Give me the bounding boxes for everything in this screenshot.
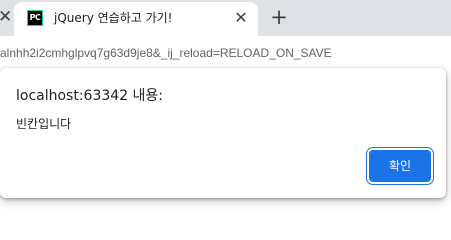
tab-jquery-practice[interactable]: PC jQuery 연습하고 가기! ✕ xyxy=(14,2,258,36)
plus-icon[interactable]: + xyxy=(268,5,290,29)
tab-strip: ✕ PC jQuery 연습하고 가기! ✕ + xyxy=(0,0,451,36)
alert-dialog: localhost:63342 내용: 빈칸입니다 확인 xyxy=(0,68,446,198)
close-icon[interactable]: ✕ xyxy=(232,8,250,28)
dialog-title: localhost:63342 내용: xyxy=(16,88,164,104)
address-bar[interactable]: alnhh2i2cmhglpvq7g63d9je8&_ij_reload=REL… xyxy=(0,36,451,70)
dialog-message: 빈칸입니다 xyxy=(16,117,72,131)
url-text[interactable]: alnhh2i2cmhglpvq7g63d9je8&_ij_reload=REL… xyxy=(0,45,332,61)
pycharm-icon: PC xyxy=(27,10,43,26)
ok-button[interactable]: 확인 xyxy=(369,150,431,182)
close-icon[interactable]: ✕ xyxy=(0,6,12,28)
tab-title: jQuery 연습하고 가기! xyxy=(54,11,173,25)
